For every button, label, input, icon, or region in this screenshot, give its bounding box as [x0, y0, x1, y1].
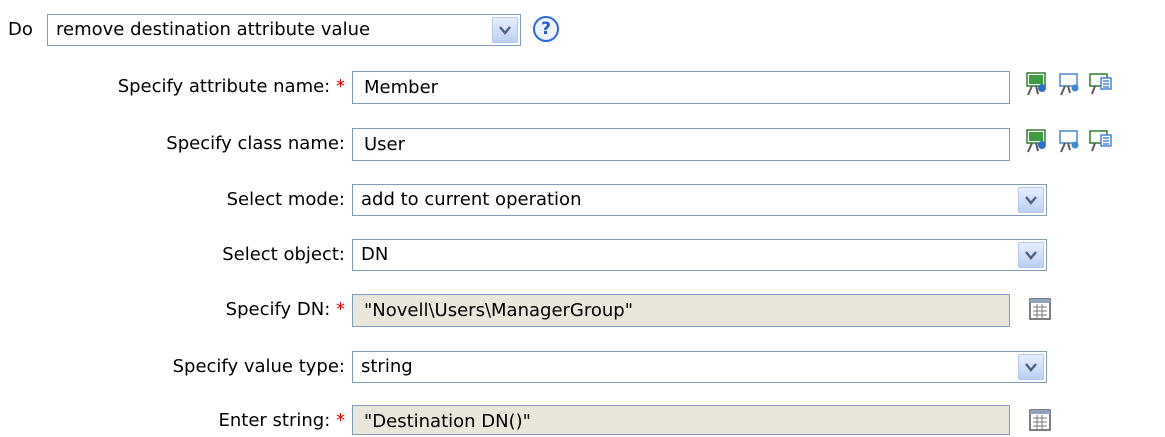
argument-builder-icon[interactable]: [1028, 297, 1052, 326]
attribute-name-label: Specify attribute name: *: [117, 76, 345, 97]
chevron-down-icon[interactable]: [1018, 242, 1044, 268]
select-mode-label: Select mode:: [226, 189, 345, 210]
value-type-value: string: [361, 356, 413, 377]
select-mode-select[interactable]: add to current operation: [352, 184, 1047, 216]
dn-label: Specify DN: *: [225, 299, 345, 320]
enter-string-label: Enter string: *: [218, 410, 345, 431]
show-schema-icon[interactable]: [1056, 127, 1084, 160]
required-marker: *: [336, 410, 345, 431]
value-type-select[interactable]: string: [352, 351, 1047, 383]
chevron-down-icon[interactable]: [1018, 187, 1044, 213]
lookup-icon[interactable]: [1087, 127, 1115, 160]
action-select-value: remove destination attribute value: [56, 19, 371, 40]
required-marker: *: [336, 76, 345, 97]
attribute-name-value: Member: [364, 77, 439, 98]
dn-input[interactable]: "Novell\Users\ManagerGroup": [352, 294, 1010, 327]
enter-string-input[interactable]: "Destination DN()": [352, 405, 1010, 435]
dn-value: "Novell\Users\ManagerGroup": [364, 300, 633, 321]
select-mode-value: add to current operation: [361, 189, 582, 210]
attribute-name-input[interactable]: Member: [352, 71, 1010, 104]
chevron-down-icon[interactable]: [492, 17, 518, 43]
browse-schema-icon[interactable]: [1024, 127, 1052, 160]
class-name-value: User: [364, 134, 406, 155]
show-schema-icon[interactable]: [1056, 70, 1084, 103]
enter-string-value: "Destination DN()": [364, 411, 531, 432]
select-object-value: DN: [361, 244, 389, 265]
chevron-down-icon[interactable]: [1018, 354, 1044, 380]
select-object-label: Select object:: [222, 244, 345, 265]
value-type-label: Specify value type:: [172, 356, 345, 377]
select-object-select[interactable]: DN: [352, 239, 1047, 271]
browse-schema-icon[interactable]: [1024, 70, 1052, 103]
action-select[interactable]: remove destination attribute value: [47, 14, 521, 46]
required-marker: *: [336, 299, 345, 320]
argument-builder-icon[interactable]: [1028, 408, 1052, 437]
do-label: Do: [8, 19, 33, 40]
class-name-input[interactable]: User: [352, 128, 1010, 161]
lookup-icon[interactable]: [1087, 70, 1115, 103]
help-icon[interactable]: ?: [533, 16, 559, 42]
class-name-label: Specify class name:: [166, 133, 345, 154]
